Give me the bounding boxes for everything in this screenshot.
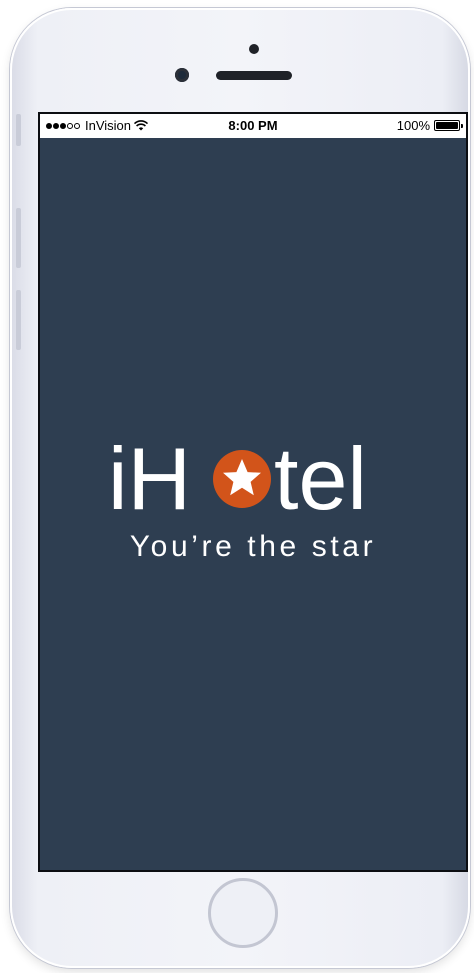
screen: InVision 8:00 PM 100% iH tel You’re the … bbox=[38, 112, 468, 872]
star-icon bbox=[213, 450, 271, 508]
proximity-sensor bbox=[249, 44, 259, 54]
front-camera bbox=[175, 68, 189, 82]
earpiece-speaker bbox=[216, 71, 292, 80]
phone-frame: InVision 8:00 PM 100% iH tel You’re the … bbox=[10, 8, 470, 968]
tagline: You’re the star bbox=[129, 530, 377, 563]
home-button[interactable] bbox=[208, 878, 278, 948]
mute-switch bbox=[16, 114, 21, 146]
status-right: 100% bbox=[396, 118, 463, 133]
volume-up-button bbox=[16, 208, 21, 268]
status-bar: InVision 8:00 PM 100% bbox=[40, 114, 466, 138]
app-logo: iH tel bbox=[40, 432, 466, 527]
battery-icon bbox=[434, 120, 463, 131]
volume-down-button bbox=[16, 290, 21, 350]
battery-percent: 100% bbox=[396, 118, 430, 133]
logo-text-prefix: iH bbox=[108, 432, 191, 527]
logo-text-suffix: tel bbox=[274, 432, 367, 527]
